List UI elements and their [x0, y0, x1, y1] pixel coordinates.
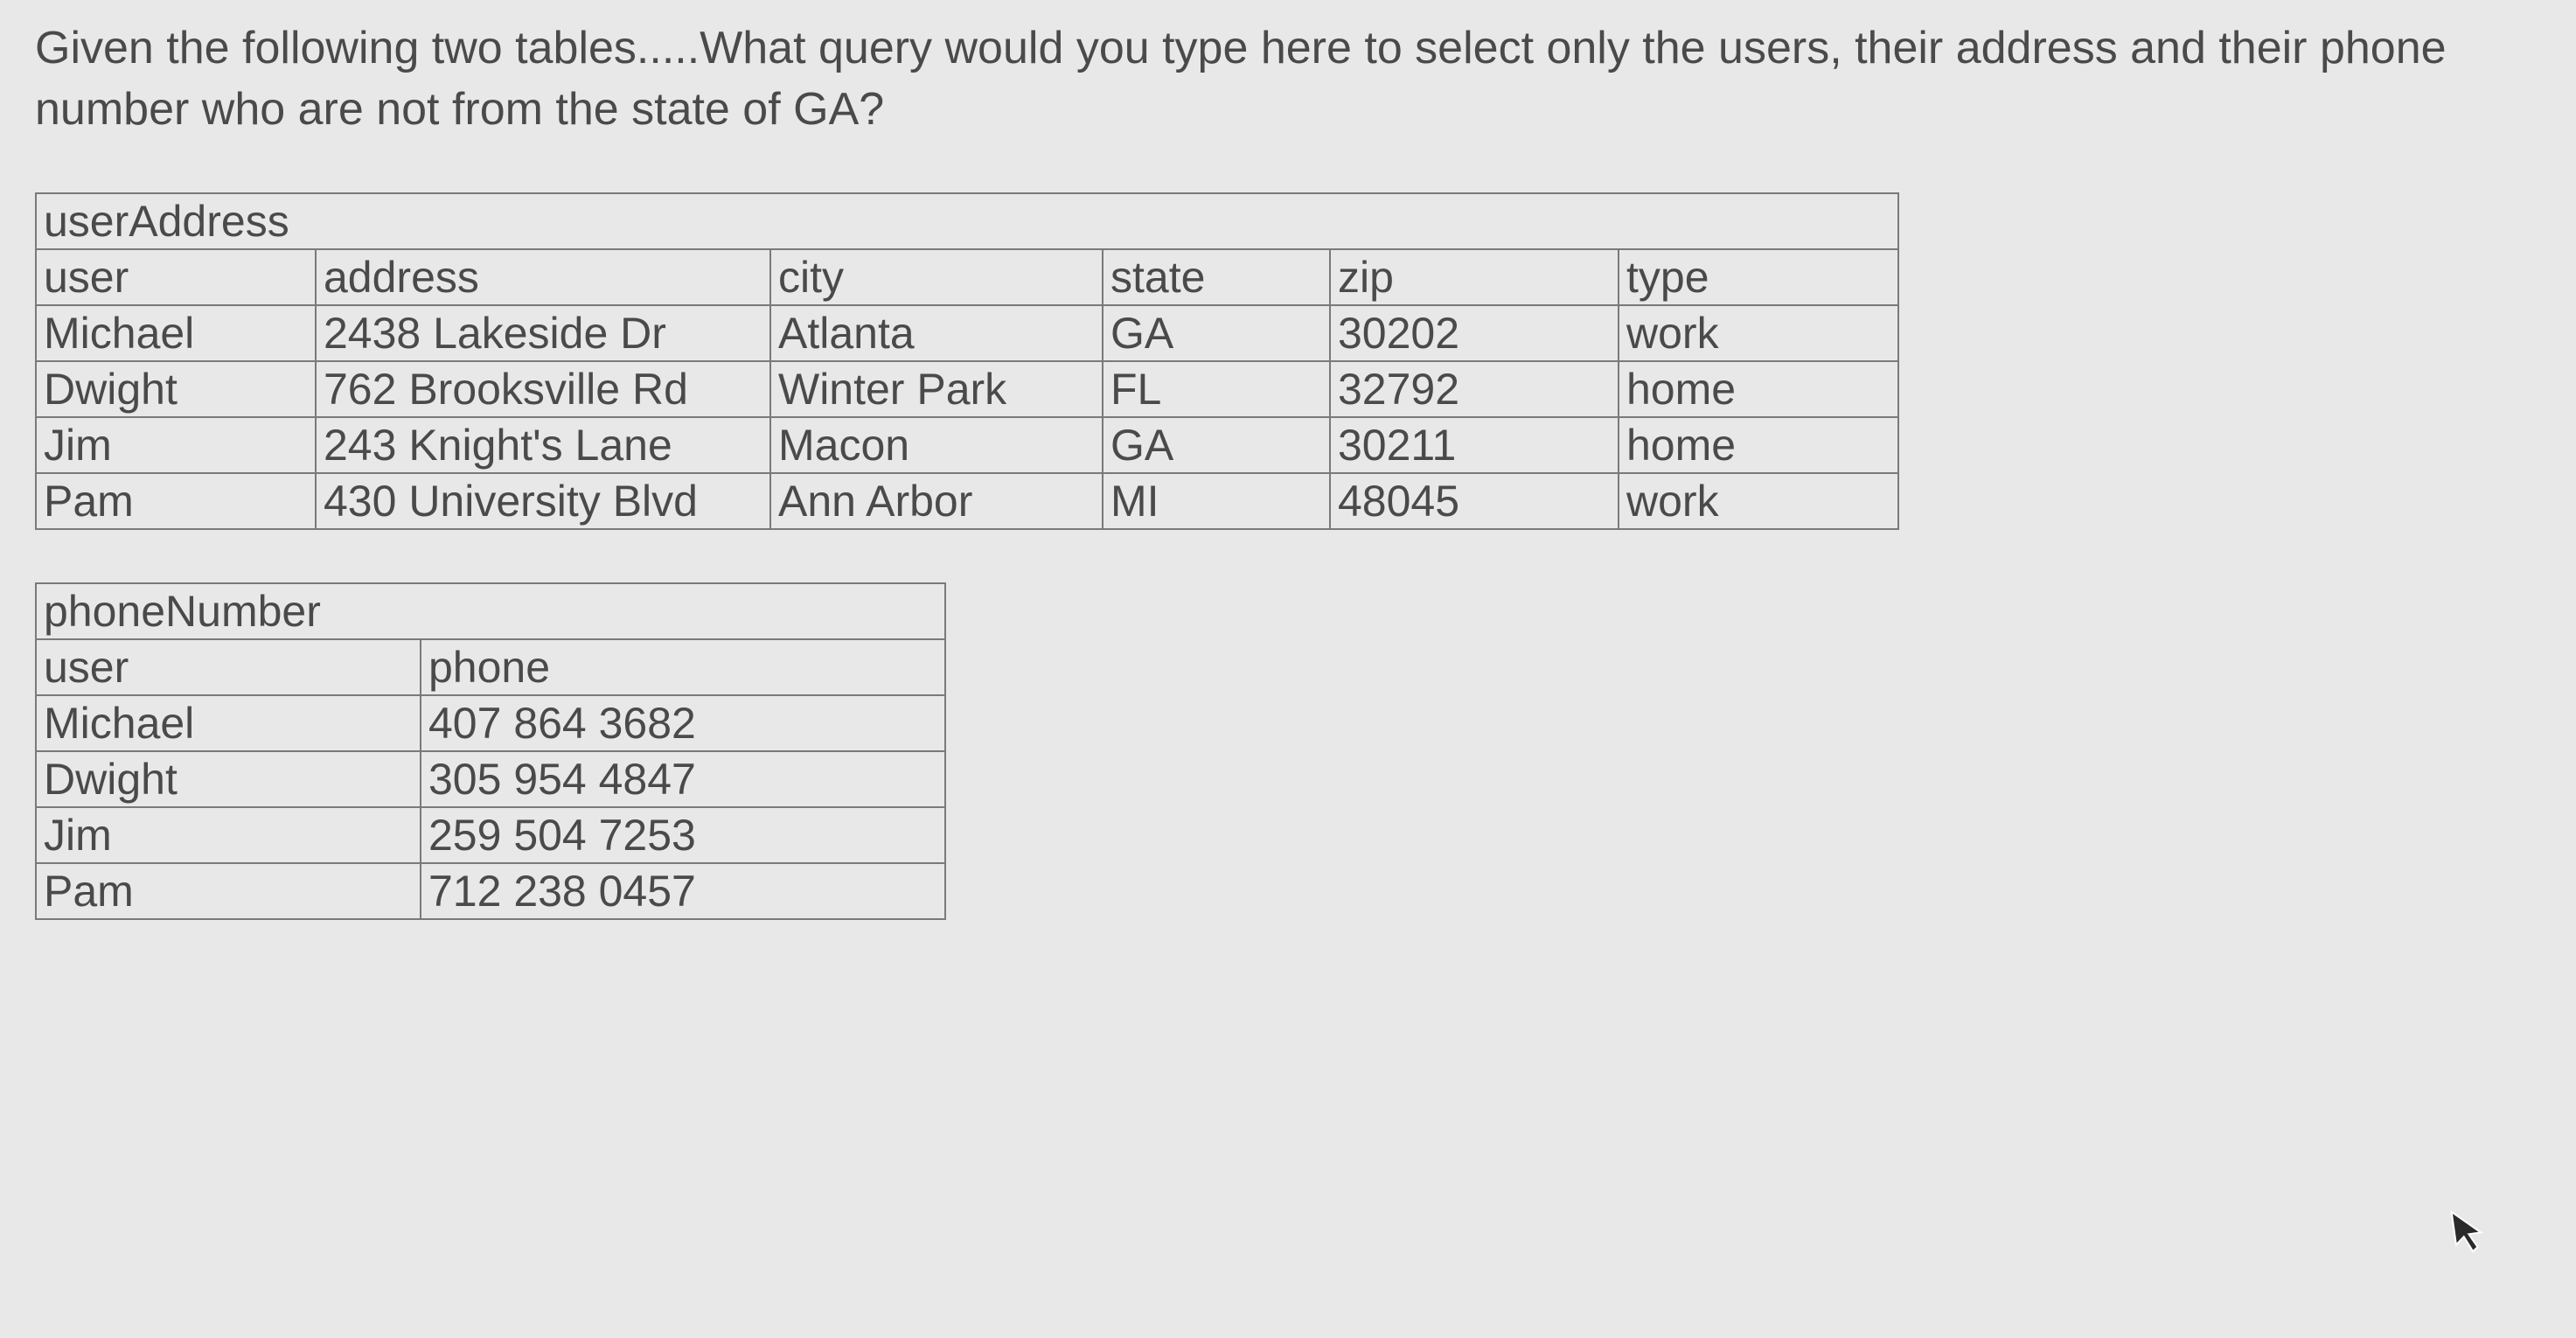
- cell-state: GA: [1103, 305, 1330, 361]
- cell-phone: 305 954 4847: [421, 751, 945, 807]
- cell-user: Dwight: [36, 361, 316, 417]
- cell-zip: 30202: [1330, 305, 1619, 361]
- cell-phone: 259 504 7253: [421, 807, 945, 863]
- cell-zip: 48045: [1330, 473, 1619, 529]
- cell-zip: 32792: [1330, 361, 1619, 417]
- header-zip: zip: [1330, 249, 1619, 305]
- cell-address: 243 Knight's Lane: [316, 417, 770, 473]
- table-phone-number-title: phoneNumber: [36, 583, 945, 639]
- header-address: address: [316, 249, 770, 305]
- cell-city: Atlanta: [770, 305, 1103, 361]
- cell-user: Jim: [36, 417, 316, 473]
- table-phone-number-header-row: user phone: [36, 639, 945, 695]
- cell-city: Macon: [770, 417, 1103, 473]
- page-content: Given the following two tables.....What …: [0, 0, 2576, 990]
- question-text: Given the following two tables.....What …: [35, 17, 2483, 140]
- cell-phone: 407 864 3682: [421, 695, 945, 751]
- cell-address: 430 University Blvd: [316, 473, 770, 529]
- cell-address: 2438 Lakeside Dr: [316, 305, 770, 361]
- header-type: type: [1619, 249, 1898, 305]
- table-row: Dwight 305 954 4847: [36, 751, 945, 807]
- cell-user: Michael: [36, 305, 316, 361]
- cell-phone: 712 238 0457: [421, 863, 945, 919]
- table-row: Jim 243 Knight's Lane Macon GA 30211 hom…: [36, 417, 1898, 473]
- cell-user: Michael: [36, 695, 421, 751]
- cell-city: Ann Arbor: [770, 473, 1103, 529]
- cell-state: MI: [1103, 473, 1330, 529]
- cell-city: Winter Park: [770, 361, 1103, 417]
- cell-state: FL: [1103, 361, 1330, 417]
- table-row: Pam 712 238 0457: [36, 863, 945, 919]
- table-phone-number-title-row: phoneNumber: [36, 583, 945, 639]
- cell-state: GA: [1103, 417, 1330, 473]
- table-row: Dwight 762 Brooksville Rd Winter Park FL…: [36, 361, 1898, 417]
- cell-user: Dwight: [36, 751, 421, 807]
- header-user: user: [36, 639, 421, 695]
- table-user-address-title: userAddress: [36, 193, 1898, 249]
- table-user-address-header-row: user address city state zip type: [36, 249, 1898, 305]
- cell-address: 762 Brooksville Rd: [316, 361, 770, 417]
- table-user-address: userAddress user address city state zip …: [35, 192, 1899, 530]
- cell-type: work: [1619, 305, 1898, 361]
- cell-type: work: [1619, 473, 1898, 529]
- table-row: Pam 430 University Blvd Ann Arbor MI 480…: [36, 473, 1898, 529]
- cell-user: Pam: [36, 863, 421, 919]
- table-user-address-title-row: userAddress: [36, 193, 1898, 249]
- cell-user: Pam: [36, 473, 316, 529]
- cursor-icon: [2449, 1206, 2492, 1271]
- header-user: user: [36, 249, 316, 305]
- table-row: Michael 407 864 3682: [36, 695, 945, 751]
- table-phone-number: phoneNumber user phone Michael 407 864 3…: [35, 582, 946, 920]
- header-phone: phone: [421, 639, 945, 695]
- cell-type: home: [1619, 417, 1898, 473]
- cell-zip: 30211: [1330, 417, 1619, 473]
- cell-user: Jim: [36, 807, 421, 863]
- header-city: city: [770, 249, 1103, 305]
- table-row: Michael 2438 Lakeside Dr Atlanta GA 3020…: [36, 305, 1898, 361]
- cell-type: home: [1619, 361, 1898, 417]
- table-row: Jim 259 504 7253: [36, 807, 945, 863]
- header-state: state: [1103, 249, 1330, 305]
